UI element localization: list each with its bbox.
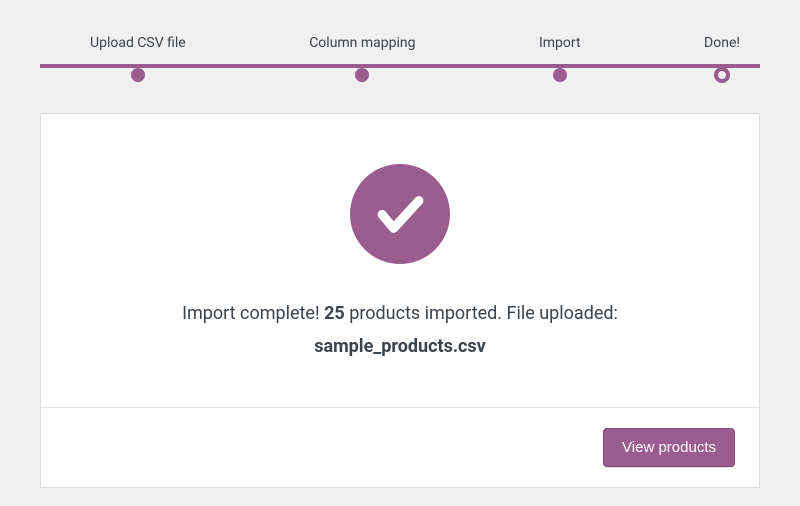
imported-count: 25 [324,303,345,324]
step-dot-icon [131,68,145,82]
step-column-mapping: Column mapping [309,35,415,83]
success-check-icon [350,164,450,264]
step-dot-icon [355,68,369,82]
progress-stepper: Upload CSV file Column mapping Import Do… [0,0,800,113]
step-upload: Upload CSV file [90,35,186,83]
step-import: Import [539,35,581,83]
step-dot-current-icon [714,67,730,83]
result-card: Import complete! 25 products imported. F… [40,113,760,488]
message-suffix: products imported. File uploaded: [345,303,618,324]
card-footer: View products [41,407,759,487]
import-wizard: Upload CSV file Column mapping Import Do… [0,0,800,488]
step-label: Import [539,35,581,51]
step-label: Column mapping [309,35,415,51]
uploaded-filename: sample_products.csv [81,336,719,357]
import-complete-message: Import complete! 25 products imported. F… [81,299,719,330]
step-label: Upload CSV file [90,35,186,51]
view-products-button[interactable]: View products [603,428,735,467]
card-body: Import complete! 25 products imported. F… [41,114,759,407]
step-label: Done! [704,35,740,51]
step-done: Done! [704,35,740,83]
step-dot-icon [553,68,567,82]
message-prefix: Import complete! [182,303,324,324]
